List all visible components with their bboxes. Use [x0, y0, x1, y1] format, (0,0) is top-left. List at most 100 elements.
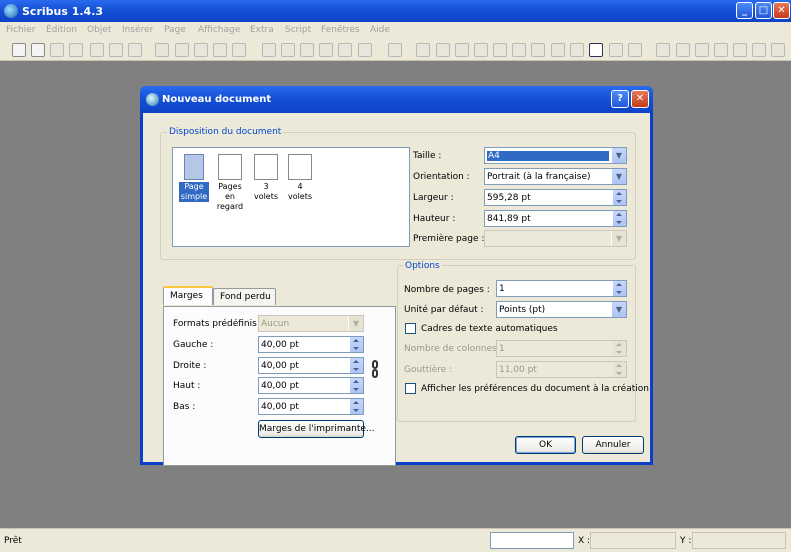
freehand-icon[interactable] [455, 43, 469, 57]
link-frames-icon[interactable] [551, 43, 565, 57]
pdf-annotation-icon[interactable] [752, 43, 766, 57]
layout-group-title: Disposition du document [167, 127, 284, 137]
render-frame-icon[interactable] [319, 43, 333, 57]
eyedropper-icon[interactable] [628, 43, 642, 57]
paste-icon[interactable] [232, 43, 246, 57]
left-margin-input[interactable]: 40,00 pt [258, 336, 364, 353]
chevron-down-icon: ▼ [611, 231, 626, 246]
copy-properties-icon[interactable] [609, 43, 623, 57]
layout-option-3-fold[interactable]: 3 volets [251, 154, 281, 202]
auto-text-frames-label: Cadres de texte automatiques [421, 324, 558, 334]
bottom-margin-spinner[interactable] [350, 399, 363, 414]
layout-option-single-page[interactable]: Page simple [179, 154, 209, 202]
right-margin-spinner[interactable] [350, 358, 363, 373]
layout-option-facing-pages[interactable]: Pages en regard [213, 154, 247, 212]
dialog-title: Nouveau document [162, 94, 272, 105]
chevron-down-icon: ▼ [348, 316, 363, 331]
toolbar [0, 39, 791, 61]
dialog-help-button[interactable]: ? [611, 90, 629, 108]
menu-objet[interactable]: Objet [87, 25, 111, 35]
menu-page[interactable]: Page [164, 25, 186, 35]
menu-extra[interactable]: Extra [250, 25, 274, 35]
menu-aide[interactable]: Aide [370, 25, 390, 35]
pdf-link-icon[interactable] [771, 43, 785, 57]
menu-fenetres[interactable]: Fenêtres [321, 25, 360, 35]
tab-fond-perdu[interactable]: Fond perdu [213, 288, 276, 305]
chain-link-icon[interactable] [372, 360, 378, 369]
text-frame-icon[interactable] [281, 43, 295, 57]
columns-spinner[interactable] [613, 341, 626, 356]
top-margin-spinner[interactable] [350, 378, 363, 393]
top-margin-input[interactable]: 40,00 pt [258, 377, 364, 394]
line-icon[interactable] [416, 43, 430, 57]
pages-input[interactable]: 1 [496, 280, 627, 297]
auto-text-frames-checkbox[interactable] [405, 323, 416, 334]
preflight-icon[interactable] [109, 43, 123, 57]
left-margin-spinner[interactable] [350, 337, 363, 352]
close-document-icon[interactable] [69, 43, 83, 57]
pdf-export-icon[interactable] [128, 43, 142, 57]
chevron-down-icon: ▼ [611, 302, 626, 317]
show-prefs-checkbox[interactable] [405, 383, 416, 394]
open-icon[interactable] [31, 43, 45, 57]
bezier-icon[interactable] [436, 43, 450, 57]
height-input[interactable]: 841,89 pt [484, 210, 627, 227]
print-icon[interactable] [90, 43, 104, 57]
cancel-button[interactable]: Annuler [582, 436, 644, 454]
gutter-input[interactable]: 11,00 pt [496, 361, 627, 378]
preset-select[interactable]: Aucun ▼ [258, 315, 364, 332]
pdf-textfield-icon[interactable] [676, 43, 690, 57]
menu-script[interactable]: Script [285, 25, 311, 35]
save-icon[interactable] [50, 43, 64, 57]
menu-inserer[interactable]: Insérer [122, 25, 153, 35]
height-spinner[interactable] [613, 211, 626, 226]
size-select[interactable]: A4 ▼ [484, 147, 627, 164]
measurements-icon[interactable] [589, 43, 603, 57]
pdf-button-icon[interactable] [656, 43, 670, 57]
story-editor-icon[interactable] [531, 43, 545, 57]
columns-input[interactable]: 1 [496, 340, 627, 357]
bottom-margin-input[interactable]: 40,00 pt [258, 398, 364, 415]
minimize-button[interactable]: _ [736, 2, 753, 19]
status-input-field[interactable] [490, 532, 574, 549]
pdf-listbox-icon[interactable] [733, 43, 747, 57]
unit-select[interactable]: Points (pt) ▼ [496, 301, 627, 318]
tab-marges[interactable]: Marges [163, 286, 213, 305]
undo-icon[interactable] [155, 43, 169, 57]
edit-text-icon[interactable] [512, 43, 526, 57]
polygon-icon[interactable] [388, 43, 402, 57]
rotate-icon[interactable] [474, 43, 488, 57]
redo-icon[interactable] [175, 43, 189, 57]
menu-fichier[interactable]: Fichier [6, 25, 35, 35]
layout-option-4-fold[interactable]: 4 volets [285, 154, 315, 202]
cut-icon[interactable] [194, 43, 208, 57]
dialog-close-button[interactable]: ✕ [631, 90, 649, 108]
gutter-spinner[interactable] [613, 362, 626, 377]
x-coordinate-label: X : [578, 536, 591, 546]
scribus-app-icon [4, 4, 18, 18]
right-margin-input[interactable]: 40,00 pt [258, 357, 364, 374]
image-frame-icon[interactable] [300, 43, 314, 57]
printer-margins-button[interactable]: Marges de l'imprimante... [258, 420, 375, 438]
first-page-select[interactable]: ▼ [484, 230, 627, 247]
zoom-icon[interactable] [493, 43, 507, 57]
menu-edition[interactable]: Édition [46, 25, 77, 35]
copy-icon[interactable] [213, 43, 227, 57]
ok-button[interactable]: OK [515, 436, 576, 454]
unlink-frames-icon[interactable] [570, 43, 584, 57]
pages-spinner[interactable] [613, 281, 626, 296]
orientation-select[interactable]: Portrait (à la française) ▼ [484, 168, 627, 185]
pdf-combobox-icon[interactable] [714, 43, 728, 57]
maximize-button[interactable]: □ [755, 2, 772, 19]
close-button[interactable]: ✕ [773, 2, 790, 19]
width-spinner[interactable] [613, 190, 626, 205]
new-document-icon[interactable] [12, 43, 26, 57]
shape-icon[interactable] [358, 43, 372, 57]
width-input[interactable]: 595,28 pt [484, 189, 627, 206]
top-margin-label: Haut : [173, 381, 201, 391]
table-icon[interactable] [338, 43, 352, 57]
pdf-checkbox-icon[interactable] [695, 43, 709, 57]
dialog-titlebar: Nouveau document ? ✕ [140, 86, 653, 113]
select-icon[interactable] [262, 43, 276, 57]
menu-affichage[interactable]: Affichage [198, 25, 240, 35]
